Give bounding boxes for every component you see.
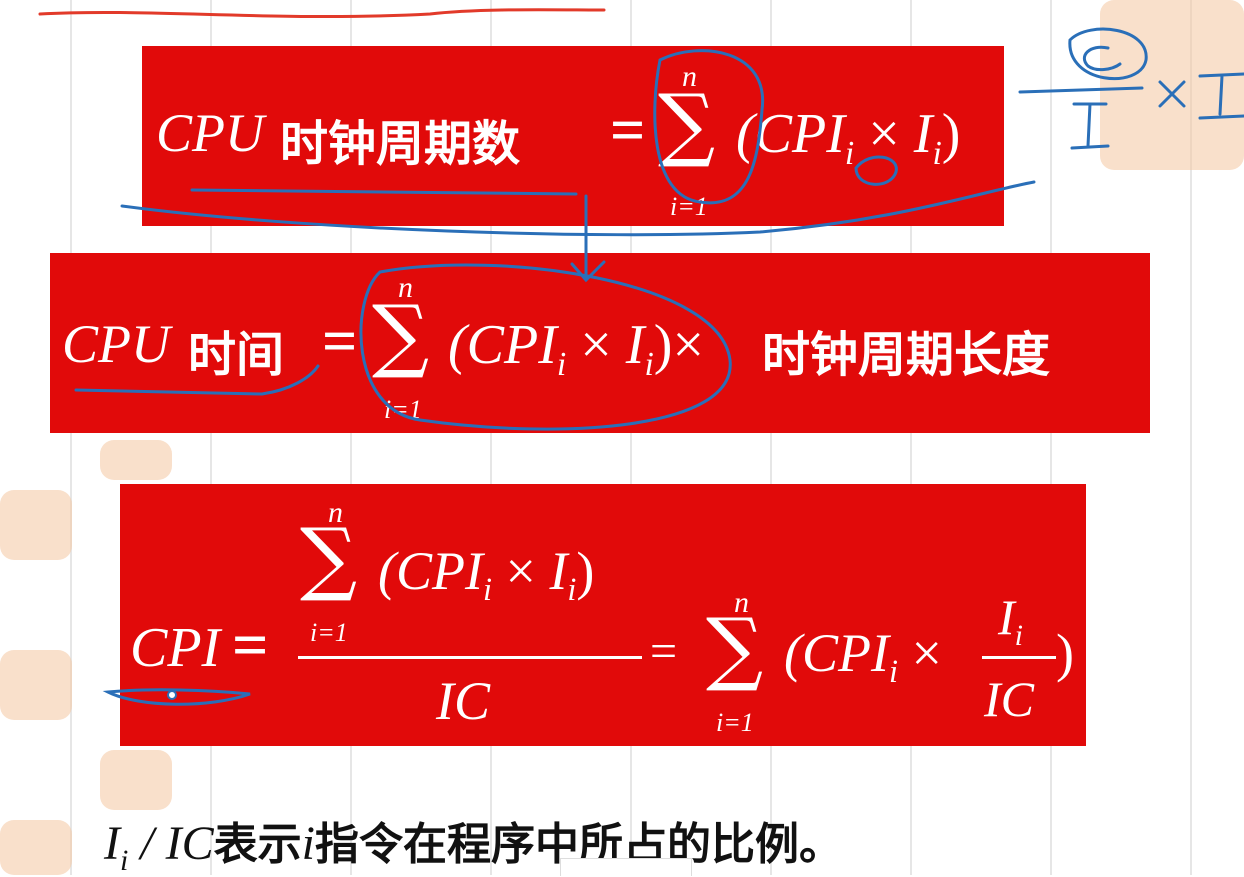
arrow-down <box>572 196 604 280</box>
underline-cpu-time <box>76 366 318 394</box>
note-i2-glyph <box>1200 74 1244 118</box>
red-underline-stroke <box>40 10 604 17</box>
circle-subscript-i <box>856 157 896 184</box>
note-times-glyph <box>1160 82 1184 106</box>
note-c-glyph <box>1084 47 1120 69</box>
handwriting-layer <box>0 0 1244 875</box>
circle-sum-formula2 <box>361 265 730 429</box>
note-circle <box>1070 29 1146 79</box>
underline-cpu-cycles <box>192 190 576 194</box>
note-fraction-line <box>1020 88 1142 92</box>
ink-dot <box>168 691 176 699</box>
handwriting-note: CI×I <box>1110 150 1112 151</box>
underline-cpi <box>108 690 250 704</box>
circle-sigma-formula1 <box>655 51 763 203</box>
note-i-glyph <box>1072 104 1108 148</box>
